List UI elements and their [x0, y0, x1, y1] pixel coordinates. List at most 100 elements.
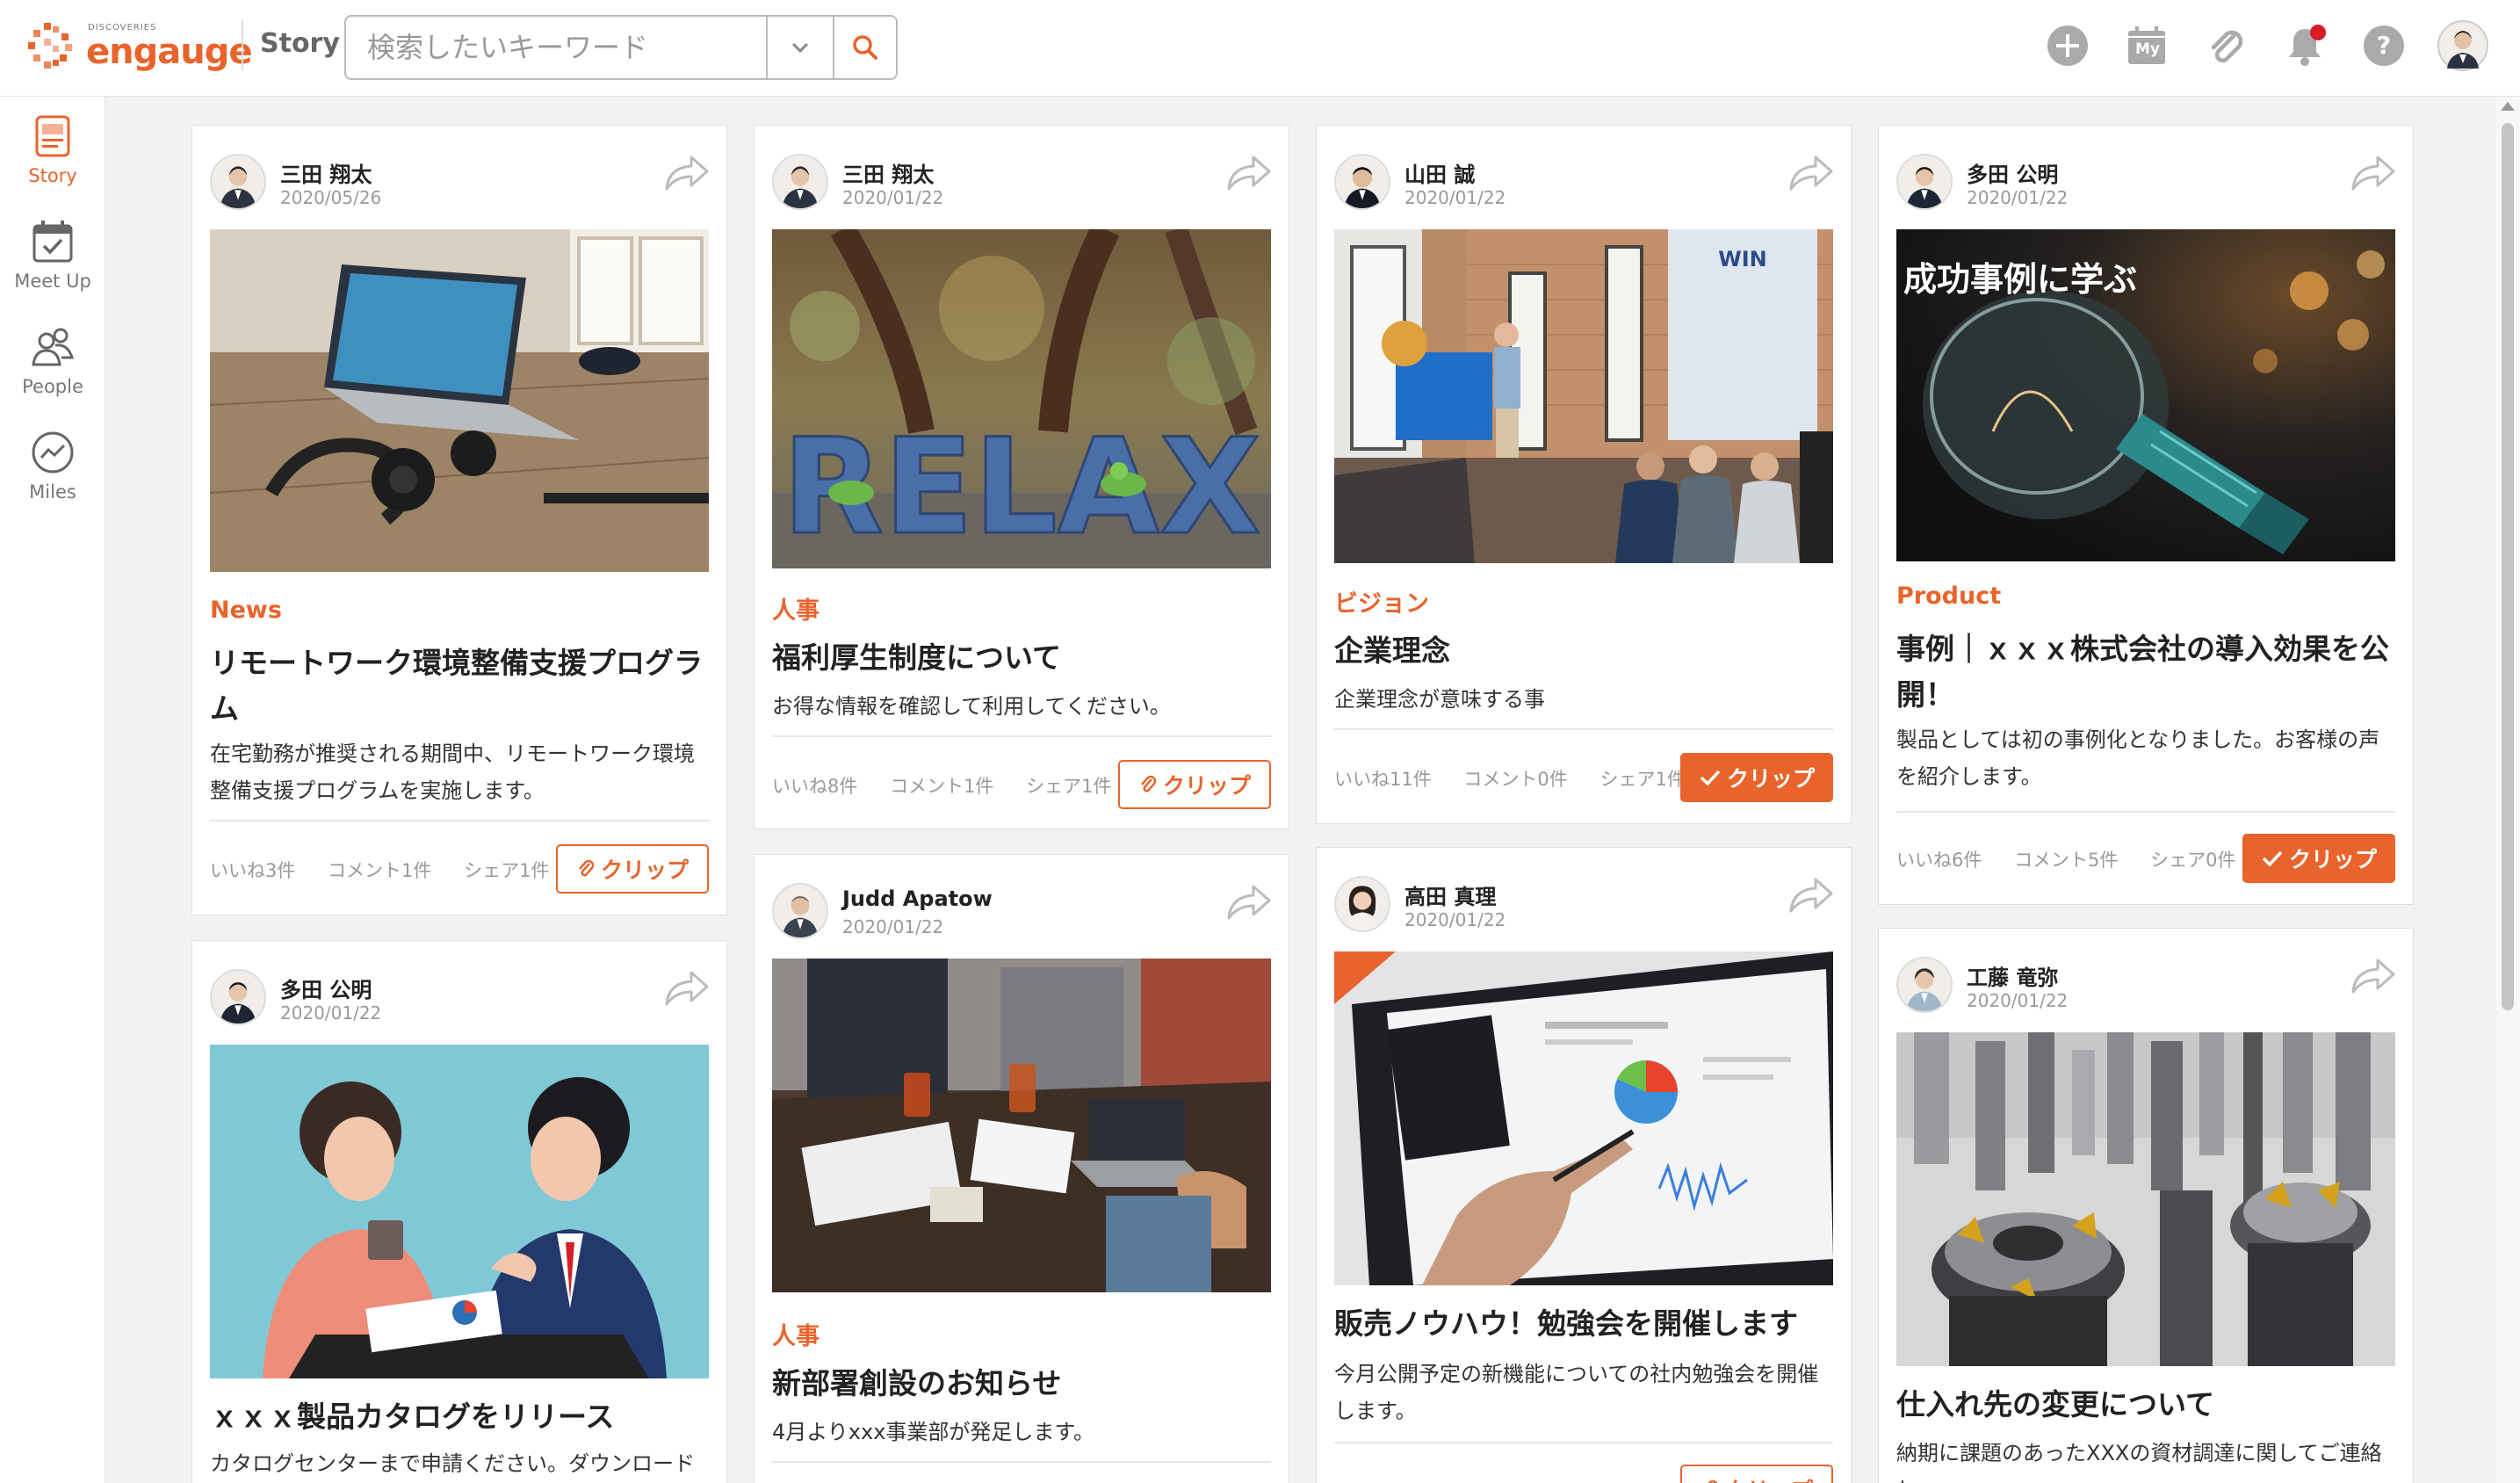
paperclip-icon [1141, 775, 1157, 792]
shares-count[interactable]: シェア1件 [1026, 776, 1111, 797]
story-card[interactable]: 多田 公明 2020/01/22 ｘｘｘ製品カタログをリリース カタログセンター… [191, 940, 727, 1483]
card-author[interactable]: Judd Apatow 2020/01/22 [772, 883, 1246, 941]
paperclip-icon [2211, 30, 2243, 63]
shares-count[interactable]: シェア0件 [2150, 850, 2235, 871]
image-overlay-text: 成功事例に学ぶ [1903, 260, 2137, 299]
likes-count[interactable]: いいね6件 [1896, 850, 1982, 871]
comments-count[interactable]: コメント1件 [890, 776, 993, 797]
add-post-button[interactable] [2041, 19, 2094, 72]
search-button[interactable] [833, 17, 896, 78]
share-icon[interactable] [1784, 150, 1835, 194]
share-icon[interactable] [660, 966, 711, 1009]
card-image[interactable]: WIN [1334, 229, 1833, 563]
share-icon[interactable] [660, 150, 711, 194]
share-icon[interactable] [1222, 879, 1273, 923]
clip-button[interactable]: クリップ [556, 844, 709, 893]
share-icon[interactable] [2346, 150, 2397, 194]
story-icon [35, 115, 70, 157]
header-divider [242, 19, 243, 70]
card-author[interactable]: 多田 公明 2020/01/22 [210, 969, 684, 1027]
clips-button[interactable] [2199, 19, 2252, 72]
comments-count[interactable]: コメント1件 [328, 860, 431, 881]
card-author[interactable]: 三田 翔太 2020/01/22 [772, 154, 1246, 212]
card-author[interactable]: 山田 誠 2020/01/22 [1334, 154, 1809, 212]
meeting-illustration [210, 1045, 709, 1378]
comments-count[interactable]: コメント5件 [2014, 850, 2118, 871]
story-title[interactable]: 事例｜ｘｘｘ株式会社の導入効果を公開！ [1896, 626, 2397, 718]
engauge-logo[interactable]: DISCOVERIES engauge [26, 18, 252, 74]
card-author[interactable]: 三田 翔太 2020/05/26 [210, 154, 684, 212]
shares-count[interactable]: シェア1件 [464, 860, 549, 881]
story-title[interactable]: 新部署創設のお知らせ [772, 1361, 1273, 1407]
author-name: 三田 翔太 [280, 163, 372, 187]
story-description: 企業理念が意味する事 [1334, 687, 1545, 712]
story-card[interactable]: 多田 公明 2020/01/22 成功事例に学ぶ Product 事例｜ｘｘｘ株… [1878, 125, 2414, 905]
category-label: News [210, 597, 282, 624]
shares-count[interactable]: シェア1件 [1599, 769, 1685, 790]
card-image[interactable] [1334, 951, 1833, 1285]
comments-count[interactable]: コメント0件 [1463, 769, 1567, 790]
clip-button[interactable]: クリップ [1680, 1465, 1833, 1483]
likes-count[interactable]: いいね3件 [210, 860, 295, 881]
clip-button-active[interactable]: クリップ [1680, 753, 1833, 802]
card-image[interactable]: RELAX [772, 229, 1271, 568]
search-icon [853, 35, 877, 60]
sidebar-item-label: Miles [29, 481, 76, 503]
card-image[interactable] [772, 959, 1271, 1292]
page-scrollbar[interactable] [2496, 97, 2520, 1483]
user-menu-button[interactable] [2437, 19, 2489, 72]
sidebar-item-miles[interactable]: Miles [0, 429, 105, 525]
story-description: 納期に課題のあったXXXの資材調達に関してご連絡し [1896, 1441, 2382, 1483]
story-title[interactable]: 仕入れ先の変更について [1896, 1382, 2397, 1428]
story-title[interactable]: 福利厚生制度について [772, 635, 1273, 681]
story-card[interactable]: 工藤 竜弥 2020/01/22 仕入れ先の変更について 納期に課題のあったXX… [1878, 928, 2414, 1483]
story-title[interactable]: ｘｘｘ製品カタログをリリース [210, 1394, 711, 1440]
card-author[interactable]: 多田 公明 2020/01/22 [1896, 154, 2371, 212]
help-button[interactable]: ? [2358, 19, 2410, 72]
notifications-button[interactable] [2278, 19, 2331, 72]
share-icon[interactable] [1222, 150, 1273, 194]
card-author[interactable]: 高田 真理 2020/01/22 [1334, 876, 1809, 934]
card-divider [1896, 811, 2395, 813]
share-icon[interactable] [1784, 872, 1835, 916]
card-image[interactable] [1896, 1032, 2395, 1366]
checkmark-icon [1700, 770, 1721, 786]
team-meeting-photo [772, 959, 1271, 1292]
search-input[interactable] [346, 17, 766, 78]
author-name: 多田 公明 [1967, 163, 2059, 187]
people-icon [32, 328, 75, 366]
story-card[interactable]: 三田 翔太 2020/01/22 RELAX 人事 福利厚生制度について お得な… [754, 125, 1289, 829]
story-title[interactable]: 販売ノウハウ！勉強会を開催します [1334, 1301, 1835, 1347]
card-image[interactable] [210, 229, 709, 572]
sidebar-item-people[interactable]: People [0, 323, 105, 420]
clip-button-active[interactable]: クリップ [2242, 834, 2395, 883]
sidebar-item-label: Story [28, 165, 77, 186]
search-dropdown-button[interactable] [766, 17, 833, 78]
clip-label: クリップ [2288, 847, 2377, 872]
clip-label: クリップ [600, 857, 689, 883]
scrollbar-thumb[interactable] [2502, 123, 2514, 1010]
card-author[interactable]: 工藤 竜弥 2020/01/22 [1896, 957, 2371, 1015]
story-card[interactable]: 高田 真理 2020/01/22 販売ノウハウ！勉強会を開催します 今月公開予定… [1316, 847, 1852, 1483]
share-icon[interactable] [2346, 953, 2397, 997]
story-card[interactable]: 山田 誠 2020/01/22 WIN ビジョン 企業理念 企業理念が意味する事… [1316, 125, 1852, 824]
story-card[interactable]: Judd Apatow 2020/01/22 人事 新部署創設のお知らせ 4月よ… [754, 854, 1289, 1483]
card-image[interactable] [210, 1045, 709, 1378]
checkmark-icon [2262, 850, 2283, 867]
sidebar-item-label: Meet Up [14, 271, 91, 292]
story-title[interactable]: リモートワーク環境整備支援プログラム [210, 640, 711, 732]
clip-button[interactable]: クリップ [1118, 760, 1271, 809]
machine-tools-photo [1896, 1032, 2395, 1366]
scroll-up-arrow[interactable] [2501, 102, 2515, 111]
story-card[interactable]: 三田 翔太 2020/05/26 News リモートワーク環境整備支援プログラム… [191, 125, 727, 915]
my-calendar-button[interactable]: My [2120, 19, 2173, 72]
story-stats: いいね8件 コメント1件 シェア1件 [772, 772, 1138, 799]
story-description: 4月よりxxx事業部が発足します。 [772, 1420, 1094, 1444]
sidebar-item-story[interactable]: Story [0, 112, 105, 209]
card-image[interactable]: 成功事例に学ぶ [1896, 229, 2395, 561]
story-title[interactable]: 企業理念 [1334, 628, 1835, 674]
likes-count[interactable]: いいね8件 [772, 776, 857, 797]
likes-count[interactable]: いいね11件 [1334, 769, 1432, 790]
sidebar-item-meetup[interactable]: Meet Up [0, 218, 105, 315]
relax-letters-photo: RELAX [772, 229, 1271, 568]
